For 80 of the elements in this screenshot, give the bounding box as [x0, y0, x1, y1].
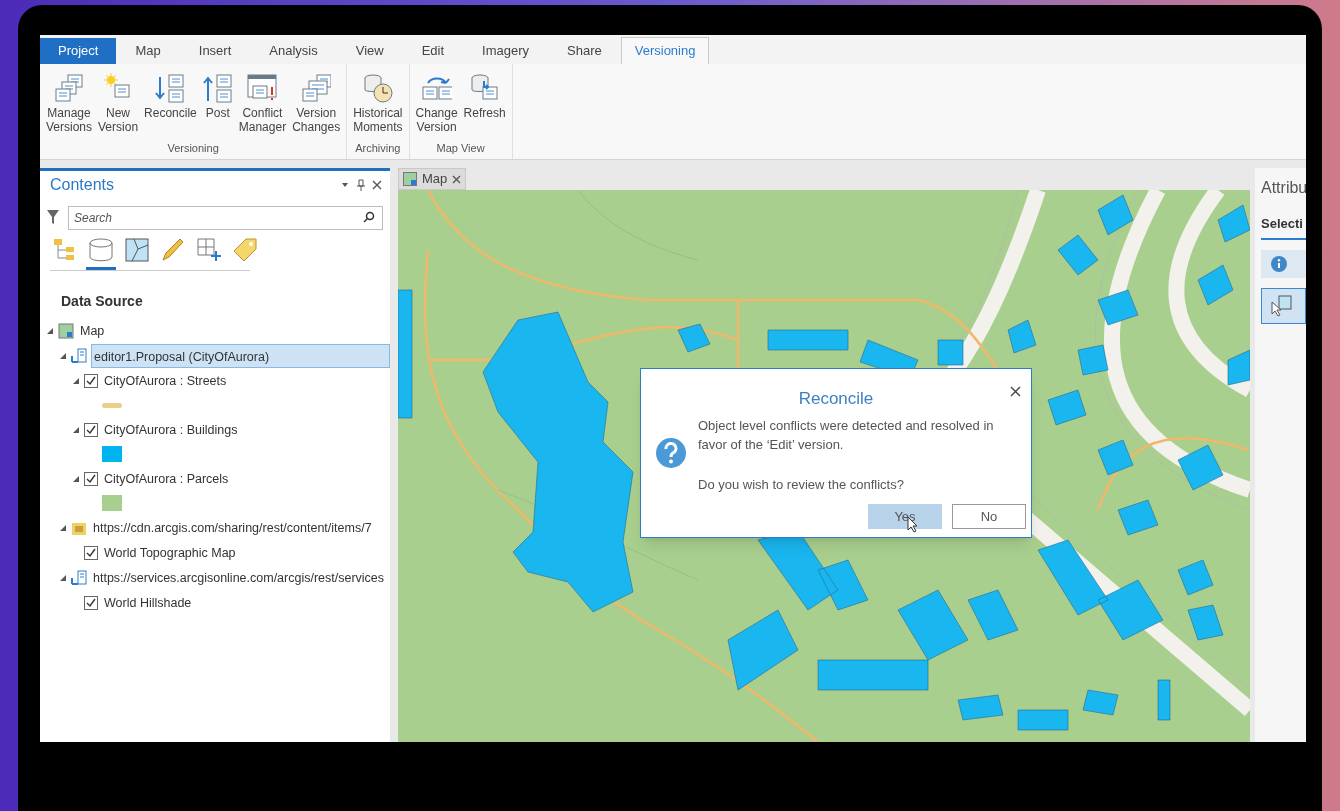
- dialog-message: Object level conflicts were detected and resolved in favor of the ‘Edit’ version.: [698, 417, 995, 454]
- tree-item[interactable]: CityOfAurora : Buildings: [102, 417, 390, 442]
- checkbox[interactable]: [84, 422, 98, 437]
- pane-title: Attribu: [1261, 178, 1306, 198]
- tab-label: Map: [422, 170, 448, 189]
- info-row[interactable]: [1261, 249, 1306, 278]
- documents-arrow-icon: [155, 73, 186, 103]
- grid-plus-icon: [196, 237, 222, 263]
- pane-title: Contents: [50, 175, 115, 195]
- tag-icon: [232, 237, 258, 263]
- checkbox[interactable]: [84, 545, 98, 560]
- group-label: Archiving: [355, 140, 401, 156]
- ribbon-button[interactable]: Conflict Manager: [238, 106, 287, 134]
- ribbon-button[interactable]: Manage Versions: [46, 106, 93, 134]
- ribbon-tab[interactable]: Imagery: [463, 38, 549, 64]
- tree-item[interactable]: https://services.arcgisonline.com/arcgis/rest/services: [91, 565, 390, 590]
- map-icon: [403, 172, 417, 186]
- database-document-icon: [469, 73, 500, 103]
- select-tool-button[interactable]: [1261, 287, 1306, 324]
- ribbon-button[interactable]: Post: [205, 106, 230, 120]
- check-icon: [86, 547, 96, 558]
- question-icon: [656, 438, 686, 468]
- ribbon-button[interactable]: Change Version: [415, 106, 458, 134]
- view-tab[interactable]: [86, 237, 116, 270]
- tree-item[interactable]: World Hillshade: [102, 590, 390, 615]
- tree-item[interactable]: Map: [78, 318, 390, 343]
- tree-item[interactable]: World Topographic Map: [102, 540, 390, 565]
- documents-icon: [54, 73, 84, 103]
- document-connector-icon: [71, 347, 87, 364]
- checkbox[interactable]: [84, 471, 98, 486]
- window-alert-icon: [247, 73, 278, 103]
- close-button[interactable]: [1009, 385, 1021, 397]
- pencil-icon: [160, 237, 186, 263]
- polygon-map-icon: [124, 237, 150, 263]
- ribbon-tab[interactable]: Edit: [402, 38, 464, 64]
- group-label: Versioning: [167, 140, 219, 156]
- database-icon: [88, 237, 114, 263]
- close-icon: [452, 174, 462, 184]
- ribbon-tab[interactable]: Versioning: [620, 37, 710, 64]
- map-tab[interactable]: Map: [398, 168, 467, 190]
- database-clock-icon: [362, 73, 393, 103]
- section-heading: Data Source: [61, 292, 144, 311]
- close-icon: [372, 180, 382, 190]
- search-icon: [363, 211, 375, 223]
- ribbon-button[interactable]: New Version: [98, 106, 139, 134]
- dialog-question: Do you wish to review the conflicts?: [698, 476, 904, 494]
- filter-icon: [46, 209, 60, 225]
- ribbon-button[interactable]: Reconcile: [144, 106, 197, 120]
- documents-arrow-icon: [202, 73, 233, 103]
- pane-tab[interactable]: Selecti: [1261, 214, 1306, 240]
- select-cursor-icon: [1270, 293, 1294, 318]
- info-icon: [1271, 255, 1287, 272]
- tree-item[interactable]: editor1.Proposal (CityOfAurora): [91, 343, 390, 368]
- ribbon-tab[interactable]: View: [336, 38, 403, 64]
- map-icon: [58, 322, 74, 339]
- check-icon: [86, 375, 96, 386]
- search-field[interactable]: Search: [68, 206, 383, 230]
- tree-item[interactable]: https://cdn.arcgis.com/sharing/rest/content/items/7: [91, 515, 390, 540]
- close-icon: [1009, 385, 1021, 397]
- ribbon-tab[interactable]: Map: [116, 38, 180, 64]
- ribbon-button[interactable]: Historical Moments: [353, 106, 403, 134]
- ribbon-tab[interactable]: Project: [40, 38, 117, 64]
- pin-icon: [356, 179, 366, 191]
- checkbox[interactable]: [84, 373, 98, 388]
- document-connector-icon: [71, 569, 87, 586]
- dialog-title: Reconcile: [797, 388, 875, 410]
- check-icon: [86, 424, 96, 435]
- tree-item[interactable]: CityOfAurora : Parcels: [102, 466, 390, 491]
- dialog-button[interactable]: No: [952, 504, 1026, 529]
- check-icon: [86, 597, 96, 608]
- ribbon-button[interactable]: Refresh: [463, 106, 506, 120]
- ribbon-tab[interactable]: Share: [548, 38, 621, 64]
- group-label: Map View: [436, 140, 485, 156]
- ribbon-button[interactable]: Version Changes: [292, 106, 341, 134]
- tree-item[interactable]: CityOfAurora : Streets: [102, 368, 390, 393]
- ribbon-tab[interactable]: Analysis: [250, 38, 337, 64]
- ribbon-tab[interactable]: Insert: [179, 38, 251, 64]
- checkbox[interactable]: [84, 595, 98, 610]
- documents-icon: [301, 73, 332, 103]
- check-icon: [86, 473, 96, 484]
